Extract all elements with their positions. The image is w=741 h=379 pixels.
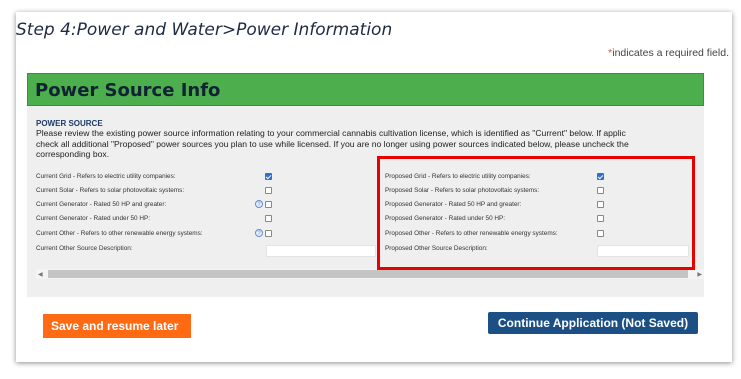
help-icon[interactable]: ? [255, 200, 263, 208]
scroll-thumb[interactable] [48, 270, 688, 278]
panel-title: Power Source Info [35, 80, 221, 101]
save-and-resume-button[interactable]: Save and resume later [43, 314, 191, 338]
scroll-right-arrow-icon[interactable]: ▶ [697, 271, 702, 278]
current-grid-label: Current Grid - Refers to electric utilit… [36, 173, 176, 180]
current-generator-50-label: Current Generator - Rated 50 HP and grea… [36, 201, 167, 208]
section-description: Please review the existing power source … [36, 128, 629, 159]
current-solar-label: Current Solar - Refers to solar photovol… [36, 187, 185, 194]
required-text: indicates a required field. [612, 47, 729, 59]
current-grid-checkbox[interactable] [265, 173, 272, 180]
current-other-description-label: Current Other Source Description: [36, 245, 133, 252]
required-note: *indicates a required field. [608, 47, 729, 59]
step-title: Step 4:Power and Water>Power Information [16, 20, 393, 40]
panel-header: Power Source Info [27, 73, 704, 106]
section-label: POWER SOURCE [36, 119, 103, 128]
current-solar-checkbox[interactable] [265, 187, 272, 194]
horizontal-scrollbar[interactable]: ◀ ▶ [36, 269, 704, 279]
current-other-description-input[interactable] [266, 245, 376, 257]
continue-application-button[interactable]: Continue Application (Not Saved) [488, 312, 698, 334]
proposed-highlight-box [377, 156, 695, 270]
current-generator-under-50-checkbox[interactable] [265, 215, 272, 222]
current-other-label: Current Other - Refers to other renewabl… [36, 230, 203, 237]
help-icon[interactable]: ? [255, 229, 263, 237]
scroll-left-arrow-icon[interactable]: ◀ [38, 271, 43, 278]
current-other-checkbox[interactable] [265, 230, 272, 237]
current-generator-50-checkbox[interactable] [265, 201, 272, 208]
current-generator-under-50-label: Current Generator - Rated under 50 HP: [36, 215, 151, 222]
